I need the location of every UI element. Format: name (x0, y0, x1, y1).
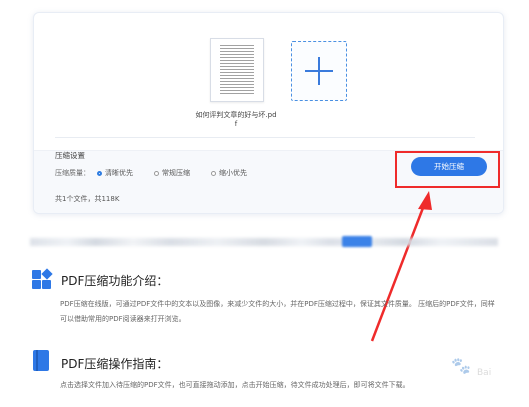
annotation-arrow (370, 191, 432, 342)
section-guide-title: PDF压缩操作指南： (61, 357, 169, 371)
blurred-tab-strip (30, 238, 498, 246)
baidu-watermark: 🐾 Bai (451, 356, 492, 378)
app-grid-icon (32, 268, 53, 290)
section-guide-text: 点击选择文件加入待压缩的PDF文件，也可直接拖动添加，点击开始压缩，待文件成功处… (60, 381, 410, 389)
blurred-active-tab (342, 236, 372, 247)
section-intro-text: PDF压缩在线版，可通过PDF文件中的文本以及图像，来减少文件的大小，并在PDF… (60, 300, 495, 323)
book-icon (33, 350, 49, 371)
section-intro-title: PDF压缩功能介绍： (61, 274, 169, 288)
paw-icon: 🐾 (451, 356, 471, 375)
